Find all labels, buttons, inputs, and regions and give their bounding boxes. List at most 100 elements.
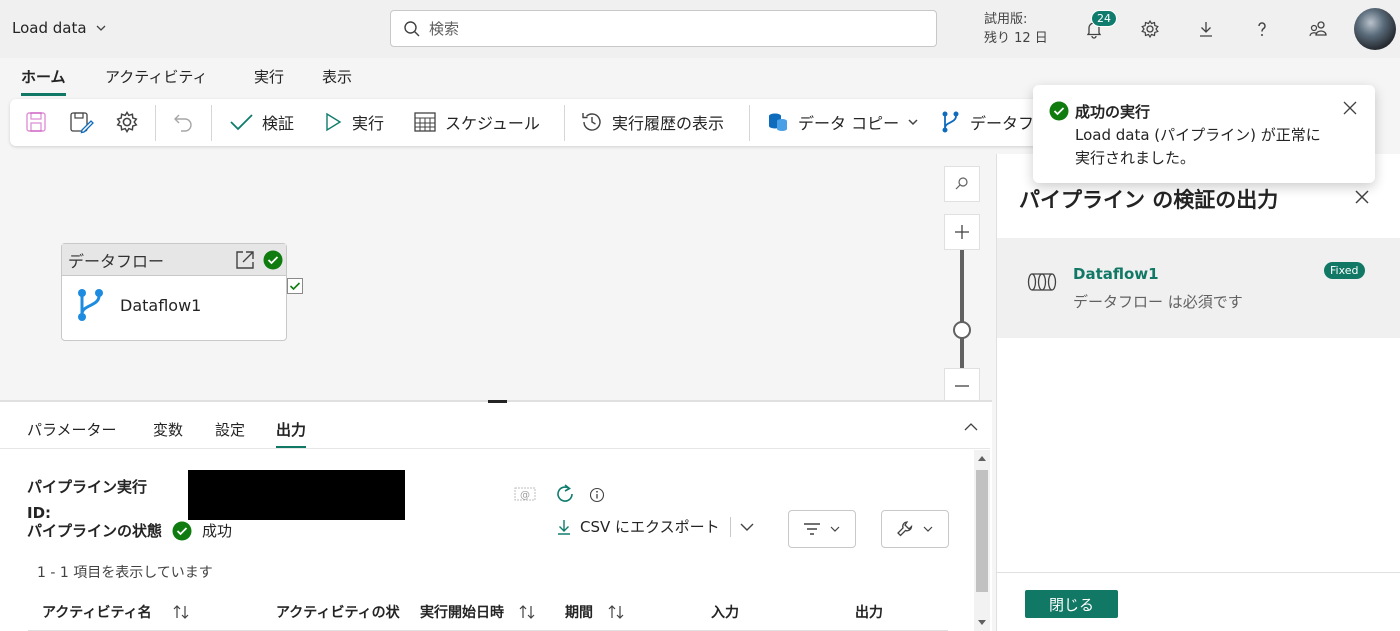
- zoom-in-button[interactable]: [944, 214, 980, 250]
- validation-item[interactable]: Dataflow1 データフロー は必須です Fixed: [997, 238, 1400, 338]
- refresh-icon[interactable]: [554, 483, 576, 505]
- checkmark-icon: [230, 114, 253, 131]
- activity-node-body: Dataflow1: [62, 276, 286, 334]
- dataflow-button[interactable]: データフ: [940, 107, 1034, 137]
- help-icon: [1258, 22, 1266, 36]
- activity-node-header: データフロー: [62, 244, 286, 276]
- plus-icon: [955, 225, 969, 239]
- open-external-icon[interactable]: [234, 249, 256, 271]
- close-icon[interactable]: [1354, 189, 1370, 205]
- filter-icon: [804, 523, 820, 535]
- info-icon[interactable]: [589, 487, 605, 503]
- column-header-label: アクティビティの状: [276, 605, 400, 621]
- chevron-down-icon: [830, 526, 840, 532]
- column-header-activity-status[interactable]: アクティビティの状: [276, 602, 407, 622]
- trial-label: 試用版:: [984, 12, 1028, 27]
- play-icon: [326, 112, 342, 132]
- sort-icon: [519, 605, 535, 619]
- gear-icon: [116, 111, 138, 133]
- tab-view[interactable]: 表示: [322, 66, 352, 93]
- export-csv-button[interactable]: CSV にエクスポート: [556, 516, 755, 537]
- people-icon: [1309, 21, 1327, 37]
- search-icon: [404, 20, 420, 36]
- bottom-panel: パラメーター 変数 設定 出力 パイプライン実行 ID: パイプラインの状態 成…: [0, 400, 992, 631]
- zoom-out-button[interactable]: [944, 368, 980, 404]
- toast-title: 成功の実行: [1075, 103, 1151, 121]
- chevron-down-icon[interactable]: [739, 521, 755, 533]
- minus-icon: [955, 385, 969, 387]
- zoom-slider-thumb[interactable]: [953, 321, 971, 339]
- undo-button[interactable]: [171, 107, 195, 137]
- schedule-button[interactable]: スケジュール: [413, 107, 540, 137]
- undo-icon: [174, 114, 192, 132]
- ribbon-toolbar: 検証 実行 スケジュール 実行履歴の表示 データ コピー データフ: [10, 99, 1040, 146]
- column-header-run-start[interactable]: 実行開始日時: [420, 602, 536, 622]
- sort-icon: [173, 605, 189, 619]
- column-header-activity-name[interactable]: アクティビティ名: [42, 602, 190, 622]
- trial-status[interactable]: 試用版: 残り 12 日: [984, 10, 1048, 48]
- activity-type-label: データフロー: [68, 251, 165, 271]
- app-title-dropdown[interactable]: Load data: [12, 19, 107, 37]
- dataflow-activity-node[interactable]: データフロー Dataflow1: [61, 243, 287, 341]
- close-button[interactable]: 閉じる: [1025, 590, 1118, 618]
- download-button[interactable]: [1192, 15, 1220, 43]
- history-icon: [582, 113, 601, 131]
- ribbon-divider: [564, 105, 565, 141]
- column-header-output[interactable]: 出力: [855, 602, 883, 622]
- tab-output[interactable]: 出力: [276, 419, 307, 448]
- notification-count-badge: 24: [1091, 10, 1117, 27]
- column-header-label: 出力: [855, 605, 883, 621]
- tab-parameters[interactable]: パラメーター: [27, 419, 117, 446]
- success-connector-checkbox[interactable]: [287, 278, 303, 294]
- settings-button[interactable]: [1136, 15, 1164, 43]
- tab-home[interactable]: ホーム: [21, 66, 66, 96]
- help-button[interactable]: [1248, 15, 1276, 43]
- column-header-label: 入力: [711, 605, 739, 621]
- scrollbar-thumb[interactable]: [976, 470, 988, 592]
- pipeline-run-id-label: パイプライン実行 ID:: [27, 474, 147, 526]
- resize-handle[interactable]: [488, 400, 507, 403]
- tab-settings[interactable]: 設定: [215, 419, 245, 446]
- tab-activities[interactable]: アクティビティ: [105, 66, 207, 93]
- fit-to-view-button[interactable]: [944, 166, 980, 202]
- success-check-icon: [263, 250, 283, 270]
- filter-button[interactable]: [788, 510, 856, 548]
- close-icon[interactable]: [1343, 101, 1357, 115]
- column-header-input[interactable]: 入力: [711, 602, 739, 622]
- chevron-down-icon: [908, 119, 918, 126]
- zoom-slider-track: [960, 250, 964, 368]
- copy-data-button[interactable]: データ コピー: [766, 107, 919, 137]
- scroll-down-arrow-icon[interactable]: [977, 619, 987, 627]
- tab-run[interactable]: 実行: [254, 66, 284, 93]
- search-input[interactable]: [429, 19, 909, 38]
- validation-item-name[interactable]: Dataflow1: [1073, 265, 1159, 283]
- column-header-label: 実行開始日時: [420, 605, 504, 621]
- validate-button[interactable]: 検証: [228, 107, 294, 137]
- items-count-text: 1 - 1 項目を表示しています: [37, 565, 213, 581]
- run-button[interactable]: 実行: [322, 107, 384, 137]
- column-header-duration[interactable]: 期間: [565, 602, 625, 622]
- chevron-down-icon: [96, 25, 106, 31]
- search-box[interactable]: [390, 10, 937, 47]
- scroll-up-arrow-icon[interactable]: [977, 454, 987, 462]
- pipeline-settings-button[interactable]: [115, 107, 139, 137]
- success-check-icon: [172, 521, 192, 540]
- activity-name: Dataflow1: [120, 295, 202, 315]
- zoom-slider[interactable]: [944, 250, 980, 368]
- save-as-button[interactable]: [68, 107, 94, 137]
- user-avatar[interactable]: [1354, 8, 1396, 50]
- calendar-icon: [414, 112, 436, 132]
- zoom-controls: [944, 166, 980, 404]
- ribbon-divider: [211, 105, 212, 141]
- download-icon: [1200, 22, 1212, 37]
- share-button[interactable]: [1304, 15, 1332, 43]
- save-button[interactable]: [24, 107, 48, 137]
- chevron-down-icon: [923, 526, 933, 532]
- view-run-history-button[interactable]: 実行履歴の表示: [580, 107, 724, 137]
- history-label: 実行履歴の表示: [612, 114, 725, 133]
- email-icon[interactable]: @: [514, 486, 536, 502]
- tools-button[interactable]: [881, 510, 949, 548]
- chevron-up-icon[interactable]: [963, 421, 979, 433]
- dataflow-icon: [942, 111, 959, 133]
- tab-variables[interactable]: 変数: [153, 419, 183, 446]
